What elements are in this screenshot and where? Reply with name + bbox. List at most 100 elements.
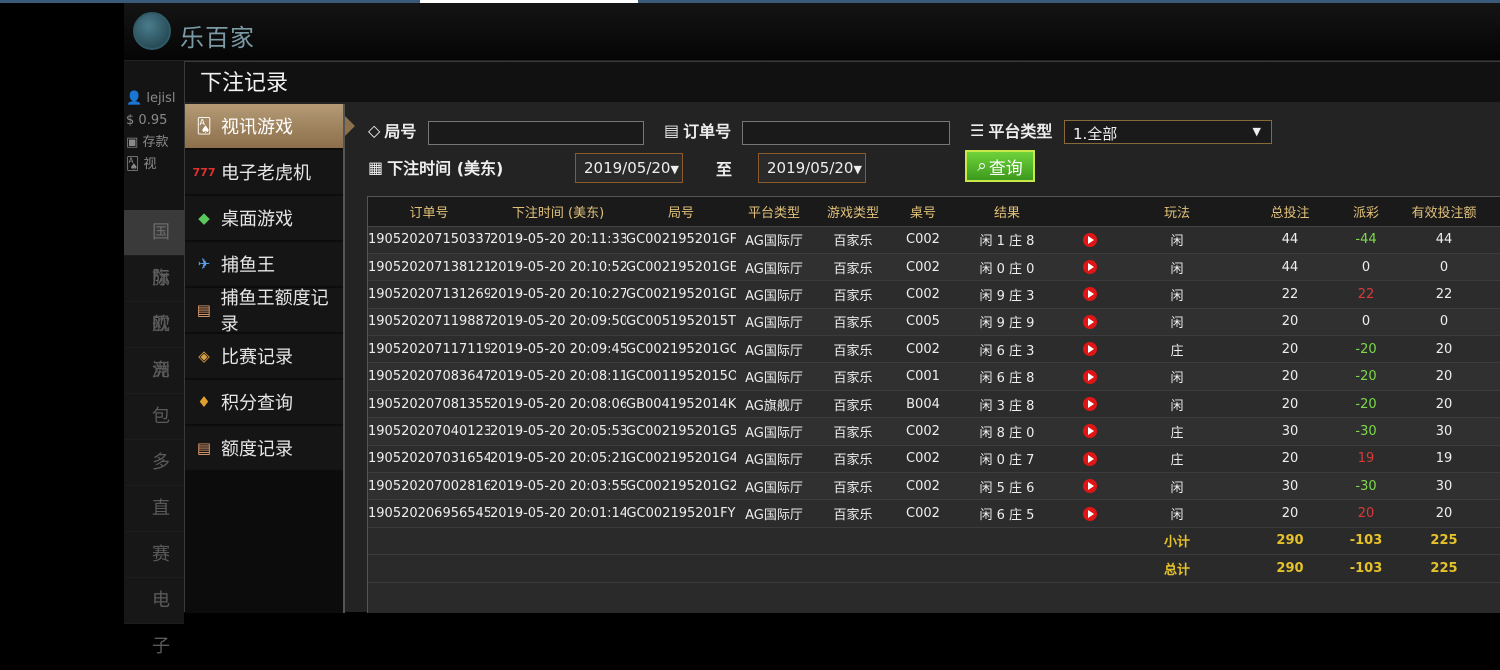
platform-select[interactable]: 1.全部 ▼ bbox=[1064, 120, 1272, 144]
site-menu-item[interactable]: 旗舰 bbox=[124, 256, 184, 335]
table-cell: 百家乐 bbox=[812, 472, 894, 501]
play-video-icon[interactable] bbox=[1083, 369, 1097, 384]
column-header: 总投注 bbox=[1236, 197, 1344, 227]
play-video-icon[interactable] bbox=[1083, 232, 1097, 247]
table-header-row: 订单号 下注时间 (美东) 局号 平台类型 游戏类型 桌号 结果 玩法 总投注 派彩 有效投注额 bbox=[368, 197, 1500, 227]
summary-cell: -103 bbox=[1344, 554, 1388, 583]
table-cell: 百家乐 bbox=[812, 226, 894, 254]
table-cell: 百家乐 bbox=[812, 280, 894, 309]
sidebar-item-points[interactable]: ♦ 积分查询 bbox=[185, 380, 345, 424]
summary-cell bbox=[368, 527, 490, 556]
play-video-icon[interactable] bbox=[1083, 314, 1097, 329]
query-button[interactable]: ⌕ 查询 bbox=[965, 150, 1035, 182]
round-number-input[interactable] bbox=[428, 121, 644, 145]
table-cell: 2019-05-20 20:11:33 bbox=[490, 226, 626, 254]
play-video-icon[interactable] bbox=[1083, 424, 1097, 439]
sidebar-item-slots[interactable]: 777 电子老虎机 bbox=[185, 150, 345, 194]
summary-cell bbox=[812, 554, 894, 583]
play-video-icon[interactable] bbox=[1083, 342, 1097, 357]
ticket-icon: ◈ bbox=[198, 347, 210, 365]
site-menu-item[interactable]: 赛 bbox=[124, 532, 184, 578]
table-cell: GC0011952015O bbox=[626, 362, 736, 391]
replay-cell bbox=[1062, 417, 1118, 446]
document-icon: ▤ bbox=[196, 439, 212, 457]
table-cell: 20 bbox=[1388, 335, 1500, 364]
table-row[interactable]: 190520207119887 2019-05-20 20:09:50 GC0051… bbox=[368, 308, 1500, 337]
table-cell: GC002195201G4 bbox=[626, 445, 736, 474]
play-video-icon[interactable] bbox=[1083, 506, 1097, 521]
sidebar-item-fish-king-credit[interactable]: ▤ 捕鱼王额度记录 bbox=[185, 288, 345, 335]
sidebar-item-match-records[interactable]: ◈ 比赛记录 bbox=[185, 334, 345, 378]
date-from-picker[interactable]: 2019/05/20▼ bbox=[575, 153, 683, 183]
site-menu-item[interactable]: 直 bbox=[124, 486, 184, 532]
site-menu-item[interactable]: 多 bbox=[124, 440, 184, 486]
table-row[interactable]: 190520207083647 2019-05-20 20:08:11 GC0011… bbox=[368, 362, 1500, 391]
table-cell: 庄 bbox=[1118, 335, 1236, 364]
table-row[interactable]: 190520206956545 2019-05-20 20:01:14 GC0021… bbox=[368, 499, 1500, 528]
table-cell: 44 bbox=[1236, 253, 1344, 282]
summary-cell bbox=[812, 527, 894, 556]
time-label-text: 下注时间 (美东) bbox=[387, 159, 504, 178]
site-menu-item[interactable]: 国际 bbox=[124, 210, 184, 289]
round-label: ◇ 局号 bbox=[368, 118, 416, 142]
chevron-down-icon: ▼ bbox=[1252, 125, 1261, 138]
table-cell: C002 bbox=[894, 472, 952, 501]
table-cell: 20 bbox=[1388, 390, 1500, 419]
sidebar-item-label: 捕鱼王额度记录 bbox=[220, 288, 329, 335]
game-link[interactable]: 视 bbox=[143, 157, 156, 172]
date-from-value: 2019/05/20 bbox=[584, 159, 671, 177]
table-cell: 百家乐 bbox=[812, 390, 894, 419]
deposit-link[interactable]: 存款 bbox=[142, 135, 168, 150]
table-cell: 20 bbox=[1236, 390, 1344, 419]
table-row[interactable]: 190520207081355 2019-05-20 20:08:06 GB0041… bbox=[368, 390, 1500, 419]
table-row[interactable]: 190520207031654 2019-05-20 20:05:21 GC0021… bbox=[368, 445, 1500, 474]
table-cell: GC002195201GE bbox=[626, 253, 736, 282]
table-cell: 0 bbox=[1388, 308, 1500, 337]
site-menu-item[interactable]: 竞 bbox=[124, 348, 184, 394]
table-cell: 190520207131269 bbox=[368, 280, 490, 309]
table-cell: GB0041952014K bbox=[626, 390, 736, 419]
order-number-input[interactable] bbox=[742, 121, 950, 145]
summary-cell: 290 bbox=[1236, 554, 1344, 583]
play-video-icon[interactable] bbox=[1083, 397, 1097, 412]
table-row[interactable]: 190520207131269 2019-05-20 20:10:27 GC0021… bbox=[368, 280, 1500, 309]
table-cell: 19 bbox=[1388, 445, 1500, 474]
table-row[interactable]: 190520207117119 2019-05-20 20:09:45 GC0021… bbox=[368, 335, 1500, 364]
table-cell: AG国际厅 bbox=[736, 445, 812, 474]
play-video-icon[interactable] bbox=[1083, 260, 1097, 275]
table-row[interactable]: 190520207150337 2019-05-20 20:11:33 GC0021… bbox=[368, 226, 1500, 254]
date-to-picker[interactable]: 2019/05/20▼ bbox=[758, 153, 866, 183]
table-cell: 百家乐 bbox=[812, 308, 894, 337]
table-cell: AG国际厅 bbox=[736, 308, 812, 337]
table-cell: 庄 bbox=[1118, 417, 1236, 446]
total-row: 总计 290 -103 225 bbox=[368, 554, 1500, 583]
table-cell: C001 bbox=[894, 362, 952, 391]
table-row[interactable]: 190520207040123 2019-05-20 20:05:53 GC0021… bbox=[368, 417, 1500, 446]
table-cell: GC002195201FY bbox=[626, 499, 736, 528]
site-menu-item[interactable]: 欧洲 bbox=[124, 302, 184, 381]
table-cell: 百家乐 bbox=[812, 253, 894, 282]
play-video-icon[interactable] bbox=[1083, 451, 1097, 466]
sidebar-item-table-games[interactable]: ◆ 桌面游戏 bbox=[185, 196, 345, 240]
summary-cell: 290 bbox=[1236, 527, 1344, 556]
platform-label-text: 平台类型 bbox=[988, 122, 1053, 141]
summary-cell bbox=[894, 554, 952, 583]
table-cell: 闲 6 庄 3 bbox=[952, 335, 1062, 364]
column-header: 平台类型 bbox=[736, 197, 812, 227]
site-menu-item[interactable]: 电子 bbox=[124, 578, 184, 657]
sidebar-item-label: 额度记录 bbox=[221, 439, 293, 460]
sidebar-item-live-games[interactable]: 🂡 视讯游戏 bbox=[185, 104, 355, 148]
sidebar-item-fish-king[interactable]: ✈ 捕鱼王 bbox=[185, 242, 345, 286]
table-cell: 20 bbox=[1236, 445, 1344, 474]
table-cell: 20 bbox=[1236, 308, 1344, 337]
summary-cell bbox=[736, 527, 812, 556]
table-cell: 2019-05-20 20:10:27 bbox=[490, 280, 626, 309]
sidebar-item-credit-records[interactable]: ▤ 额度记录 bbox=[185, 426, 345, 470]
table-row[interactable]: 190520207002816 2019-05-20 20:03:55 GC0021… bbox=[368, 472, 1500, 501]
play-video-icon[interactable] bbox=[1083, 287, 1097, 302]
table-row[interactable]: 190520207138121 2019-05-20 20:10:52 GC0021… bbox=[368, 253, 1500, 282]
table-cell: 闲 bbox=[1118, 472, 1236, 501]
play-video-icon[interactable] bbox=[1083, 479, 1097, 494]
sidebar-divider bbox=[343, 104, 345, 613]
site-menu-item[interactable]: 包 bbox=[124, 394, 184, 440]
